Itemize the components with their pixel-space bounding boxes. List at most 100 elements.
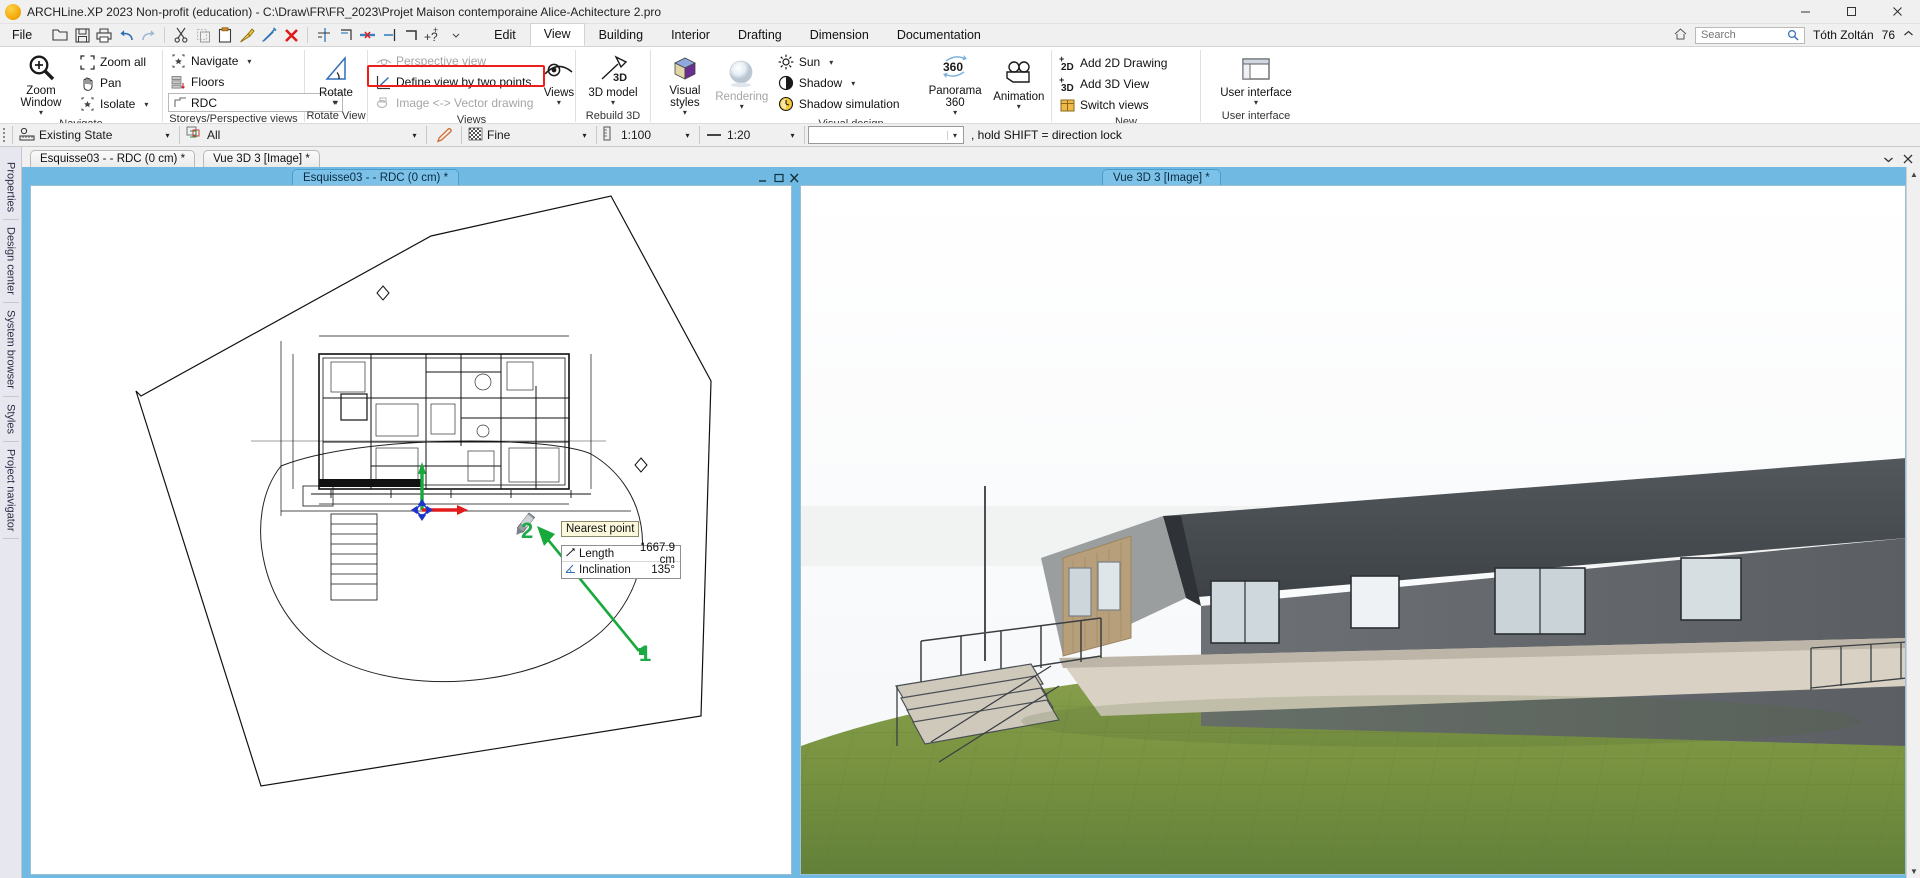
length-row[interactable]: Length 1667.9 cm (562, 546, 680, 562)
workspace-vertical-scrollbar[interactable]: ▲ ▼ (1906, 167, 1920, 878)
quick-access-more-icon[interactable] (446, 25, 466, 45)
pane-minimize-button[interactable] (757, 173, 769, 185)
shadow-simulation-button[interactable]: Shadow simulation (776, 94, 905, 114)
copy-icon[interactable] (193, 25, 213, 45)
tab-drafting[interactable]: Drafting (724, 24, 796, 46)
detail-combo-dropdown-icon[interactable]: ▾ (784, 125, 801, 145)
command-input[interactable] (809, 128, 947, 142)
search-input[interactable] (1699, 28, 1787, 42)
offset-icon[interactable] (314, 25, 334, 45)
paste-icon[interactable] (215, 25, 235, 45)
floorplan-canvas[interactable]: 2 1 Nearest point Length 1667.9 cm (30, 185, 792, 875)
chevron-down-icon[interactable] (1883, 155, 1894, 167)
user-interface-dropdown-icon[interactable]: ▾ (1254, 99, 1258, 107)
isolate-button[interactable]: Isolate ▾ (77, 94, 153, 114)
panorama-360-dropdown-icon[interactable]: ▾ (953, 109, 957, 117)
search-box[interactable] (1695, 27, 1805, 44)
close-button[interactable] (1874, 0, 1920, 24)
views-button[interactable]: Views ▾ (542, 51, 575, 107)
rendering-button[interactable]: Rendering ▾ (714, 55, 770, 111)
break-icon[interactable] (380, 25, 400, 45)
pan-button[interactable]: Pan (77, 73, 153, 93)
linetype-combo-dropdown-icon[interactable]: ▾ (576, 125, 593, 145)
corner-icon[interactable] (402, 25, 422, 45)
document-tab-vue3d3[interactable]: Vue 3D 3 [Image] * (203, 150, 320, 167)
cut-icon[interactable] (171, 25, 191, 45)
image-vector-drawing-button[interactable]: Image <-> Vector drawing (373, 93, 538, 113)
measurement-panel[interactable]: Length 1667.9 cm Inclination 135° (561, 545, 681, 579)
detail-combo[interactable]: 1:20 ▾ (703, 125, 801, 145)
command-input-dropdown-icon[interactable]: ▾ (947, 131, 962, 140)
sidebar-item-project-navigator[interactable]: Project navigator (3, 442, 19, 540)
trim-icon[interactable] (336, 25, 356, 45)
maximize-button[interactable] (1828, 0, 1874, 24)
extend-icon[interactable] (358, 25, 378, 45)
animation-dropdown-icon[interactable]: ▾ (1017, 103, 1021, 111)
redo-icon[interactable] (138, 25, 158, 45)
pane-close-button[interactable] (789, 173, 800, 185)
scroll-down-button[interactable]: ▼ (1907, 864, 1920, 878)
perspective-view-button[interactable]: Perspective view (373, 51, 538, 71)
tab-dimension[interactable]: Dimension (796, 24, 883, 46)
shadow-dropdown-icon[interactable]: ▾ (851, 79, 855, 88)
tab-edit[interactable]: Edit (480, 24, 530, 46)
drag-grip[interactable] (0, 125, 9, 145)
tab-documentation[interactable]: Documentation (883, 24, 995, 46)
isolate-dropdown-icon[interactable]: ▾ (144, 100, 148, 109)
add-2d-drawing-button[interactable]: +2D Add 2D Drawing (1057, 53, 1172, 73)
tab-view[interactable]: View (530, 23, 585, 46)
sun-dropdown-icon[interactable]: ▾ (829, 58, 833, 67)
view3d-canvas[interactable] (800, 185, 1906, 875)
sidebar-item-system-browser[interactable]: System browser (3, 303, 19, 397)
save-icon[interactable] (72, 25, 92, 45)
add-3d-view-button[interactable]: +3D Add 3D View (1057, 74, 1172, 94)
layer-combo[interactable]: All ▾ (183, 125, 423, 145)
state-combo[interactable]: Existing State ▾ (16, 125, 176, 145)
zoom-all-button[interactable]: Zoom all (77, 52, 153, 72)
inclination-row[interactable]: Inclination 135° (562, 562, 680, 578)
define-view-by-two-points-button[interactable]: Define view by two points (373, 72, 538, 92)
sun-button[interactable]: Sun ▾ (776, 52, 905, 72)
menu-file[interactable]: File (0, 26, 44, 44)
switch-views-button[interactable]: Switch views (1057, 95, 1172, 115)
sidebar-item-properties[interactable]: Properties (3, 155, 19, 220)
document-tab-esquisse03[interactable]: Esquisse03 - - RDC (0 cm) * (30, 150, 195, 167)
eyedropper-icon[interactable] (259, 25, 279, 45)
undo-icon[interactable] (116, 25, 136, 45)
minimize-button[interactable] (1782, 0, 1828, 24)
3d-model-dropdown-icon[interactable]: ▾ (611, 99, 615, 107)
home-icon[interactable] (1674, 28, 1687, 43)
pane-maximize-button[interactable] (773, 173, 785, 185)
chevron-up-icon[interactable] (1903, 29, 1914, 41)
navigate-dropdown-icon[interactable]: ▾ (247, 57, 251, 66)
pen-button[interactable] (430, 125, 458, 145)
paintbrush-icon[interactable] (237, 25, 257, 45)
add-point-icon[interactable]: +?+ (424, 25, 444, 45)
linetype-combo[interactable]: Fine ▾ (465, 125, 593, 145)
zoom-window-dropdown-icon[interactable]: ▾ (39, 109, 43, 117)
sidebar-item-styles[interactable]: Styles (3, 397, 19, 442)
print-icon[interactable] (94, 25, 114, 45)
scroll-up-button[interactable]: ▲ (1907, 167, 1920, 181)
scale-combo[interactable]: 1:100 ▾ (600, 125, 696, 145)
visual-styles-button[interactable]: Visual styles ▾ (656, 49, 714, 117)
command-input-box[interactable]: ▾ (808, 126, 964, 144)
user-interface-button[interactable]: User interface ▾ (1208, 51, 1304, 107)
sidebar-item-design-center[interactable]: Design center (3, 220, 19, 303)
delete-icon[interactable] (281, 25, 301, 45)
3d-model-button[interactable]: 3D 3D model ▾ (581, 51, 645, 107)
views-dropdown-icon[interactable]: ▾ (557, 99, 561, 107)
animation-button[interactable]: Animation ▾ (992, 55, 1046, 111)
rotate-button[interactable]: Rotate ▾ (310, 51, 362, 107)
visual-styles-dropdown-icon[interactable]: ▾ (683, 109, 687, 117)
close-icon[interactable] (1903, 154, 1913, 167)
tab-interior[interactable]: Interior (657, 24, 724, 46)
rotate-dropdown-icon[interactable]: ▾ (334, 99, 338, 107)
tab-building[interactable]: Building (585, 24, 657, 46)
open-icon[interactable] (50, 25, 70, 45)
panorama-360-button[interactable]: 360 Panorama 360 ▾ (919, 49, 992, 117)
zoom-window-button[interactable]: Zoom Window ▾ (5, 49, 77, 117)
layer-combo-dropdown-icon[interactable]: ▾ (406, 125, 423, 145)
scale-combo-dropdown-icon[interactable]: ▾ (679, 125, 696, 145)
state-combo-dropdown-icon[interactable]: ▾ (159, 125, 176, 145)
